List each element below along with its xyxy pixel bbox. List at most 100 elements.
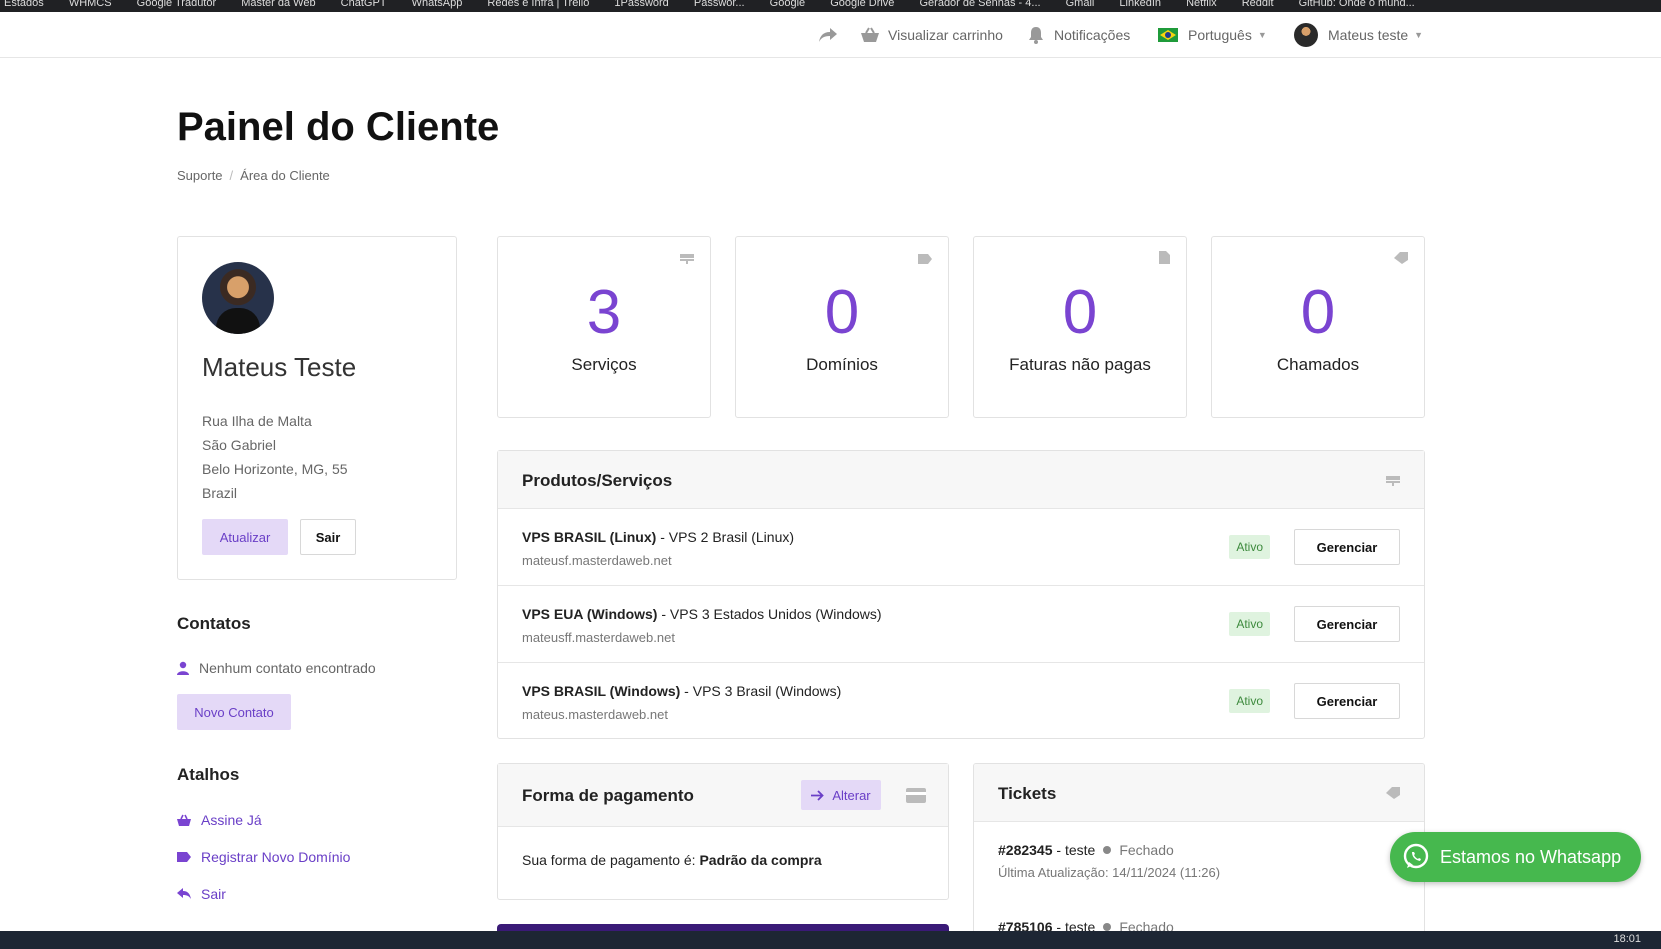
cart-label: Visualizar carrinho: [888, 27, 1003, 43]
address-line: Brazil: [202, 485, 238, 501]
logout-button[interactable]: Sair: [300, 519, 356, 555]
breadcrumb: Suporte / Área do Cliente: [177, 168, 330, 183]
arrow-right-icon: [811, 789, 825, 801]
stat-value: 0: [1062, 278, 1098, 347]
bookmark[interactable]: 1Password: [610, 0, 668, 9]
bell-icon: [1028, 26, 1044, 44]
profile-card: Mateus Teste Rua Ilha de Malta São Gabri…: [177, 236, 457, 580]
bookmark[interactable]: ChatGPT: [337, 0, 387, 9]
manage-button[interactable]: Gerenciar: [1294, 529, 1400, 565]
page-title: Painel do Cliente: [177, 105, 500, 149]
whatsapp-label: Estamos no Whatsapp: [1440, 846, 1622, 867]
ticket-updated: Última Atualização: 14/11/2024 (11:26): [998, 865, 1221, 880]
service-row[interactable]: VPS EUA (Windows) - VPS 3 Estados Unidos…: [498, 586, 1424, 663]
ticket-icon: [1394, 251, 1408, 269]
address-line: Rua Ilha de Malta: [202, 413, 312, 429]
share-icon[interactable]: [818, 12, 838, 58]
server-icon: [680, 251, 694, 269]
status-badge: Ativo: [1229, 612, 1270, 636]
bookmark[interactable]: Gmail: [1062, 0, 1095, 9]
address-line: São Gabriel: [202, 437, 276, 453]
credit-card-icon: [906, 788, 926, 808]
os-taskbar: 18:01: [0, 931, 1661, 949]
status-badge: Ativo: [1229, 535, 1270, 559]
change-payment-label: Alterar: [832, 787, 871, 803]
basket-icon: [860, 27, 880, 43]
shortcuts-heading: Atalhos: [177, 765, 240, 784]
no-contacts: Nenhum contato encontrado: [177, 660, 376, 676]
bookmark[interactable]: Redes e Infra | Trello: [483, 0, 589, 9]
shortcut-subscribe[interactable]: Assine Já: [177, 812, 262, 828]
basket-icon: [177, 814, 191, 826]
bookmark[interactable]: Google Tradutor: [133, 0, 217, 9]
change-payment-button[interactable]: Alterar: [801, 780, 881, 810]
breadcrumb-link[interactable]: Suporte: [177, 168, 223, 183]
bookmark[interactable]: LinkedIn: [1115, 0, 1161, 9]
update-profile-button[interactable]: Atualizar: [202, 519, 288, 555]
manage-button[interactable]: Gerenciar: [1294, 606, 1400, 642]
notifications-link[interactable]: Notificações: [1028, 12, 1130, 58]
stat-unpaid-invoices[interactable]: 0 Faturas não pagas: [973, 236, 1187, 418]
bookmark[interactable]: Netflix: [1182, 0, 1217, 9]
stat-tickets[interactable]: 0 Chamados: [1211, 236, 1425, 418]
caret-down-icon: ▼: [1414, 30, 1424, 40]
notifications-label: Notificações: [1054, 27, 1131, 43]
stat-label: Chamados: [1276, 355, 1360, 374]
service-row[interactable]: VPS BRASIL (Linux) - VPS 2 Brasil (Linux…: [498, 509, 1424, 586]
bookmark[interactable]: Estados: [0, 0, 44, 9]
user-avatar: [1294, 23, 1318, 47]
status-badge: Ativo: [1229, 689, 1270, 713]
reply-arrow-icon: [177, 888, 191, 900]
stat-services[interactable]: 3 Serviços: [497, 236, 711, 418]
cart-link[interactable]: Visualizar carrinho: [860, 12, 1003, 58]
payment-method: Padrão da compra: [699, 852, 822, 868]
profile-address: Rua Ilha de Malta São Gabriel Belo Horiz…: [202, 409, 348, 505]
shortcut-logout[interactable]: Sair: [177, 886, 226, 902]
payment-panel: Forma de pagamento Alterar Sua forma de …: [497, 763, 949, 900]
shortcut-label: Sair: [201, 886, 226, 902]
ticket-status: Fechado: [1119, 842, 1174, 858]
stat-value: 0: [824, 278, 860, 347]
service-name: VPS EUA (Windows): [522, 606, 658, 622]
services-panel-header: Produtos/Serviços: [498, 451, 1424, 509]
ticket-item[interactable]: #282345 - teste Fechado: [998, 842, 1174, 858]
manage-button[interactable]: Gerenciar: [1294, 683, 1400, 719]
language-label: Português: [1188, 27, 1252, 43]
bookmark[interactable]: Reddit: [1238, 0, 1274, 9]
payment-heading: Forma de pagamento: [522, 786, 694, 805]
document-icon: [1159, 251, 1170, 269]
bookmark[interactable]: Google Drive: [826, 0, 894, 9]
bookmark[interactable]: Gerador de Senhas - 4...: [915, 0, 1040, 9]
tickets-panel: Tickets #282345 - teste Fechado Última A…: [973, 763, 1425, 943]
address-line: Belo Horizonte, MG, 55: [202, 461, 348, 477]
stat-domains[interactable]: 0 Domínios: [735, 236, 949, 418]
whatsapp-icon: [1402, 843, 1430, 871]
whatsapp-button[interactable]: Estamos no Whatsapp: [1390, 832, 1641, 882]
shortcut-label: Assine Já: [201, 812, 262, 828]
brazil-flag-icon: [1158, 28, 1178, 42]
bookmark[interactable]: Passwor...: [690, 0, 745, 9]
bookmark[interactable]: WhatsApp: [408, 0, 463, 9]
tag-icon: [177, 852, 191, 862]
stat-label: Faturas não pagas: [1009, 355, 1151, 374]
payment-text: Sua forma de pagamento é: Padrão da comp…: [522, 852, 822, 868]
bookmark[interactable]: Google: [766, 0, 805, 9]
bookmark[interactable]: WHMCS: [65, 0, 112, 9]
services-panel: Produtos/Serviços VPS BRASIL (Linux) - V…: [497, 450, 1425, 739]
new-contact-button[interactable]: Novo Contato: [177, 694, 291, 730]
services-heading: Produtos/Serviços: [522, 471, 673, 490]
service-host: mateus.masterdaweb.net: [522, 707, 668, 722]
profile-avatar: [202, 262, 274, 334]
stat-label: Serviços: [571, 355, 637, 374]
tickets-panel-header: Tickets: [974, 764, 1424, 822]
bookmark[interactable]: GitHub: Onde o mund...: [1295, 0, 1415, 9]
language-dropdown[interactable]: Português ▼: [1158, 12, 1267, 58]
user-icon: [177, 661, 189, 675]
contacts-heading: Contatos: [177, 614, 251, 633]
service-plan: - VPS 2 Brasil (Linux): [656, 529, 795, 545]
bookmark[interactable]: Master da Web: [237, 0, 315, 9]
service-row[interactable]: VPS BRASIL (Windows) - VPS 3 Brasil (Win…: [498, 663, 1424, 740]
shortcut-register-domain[interactable]: Registrar Novo Domínio: [177, 849, 350, 865]
caret-down-icon: ▼: [1257, 30, 1267, 40]
user-menu[interactable]: Mateus teste ▼: [1294, 12, 1423, 58]
